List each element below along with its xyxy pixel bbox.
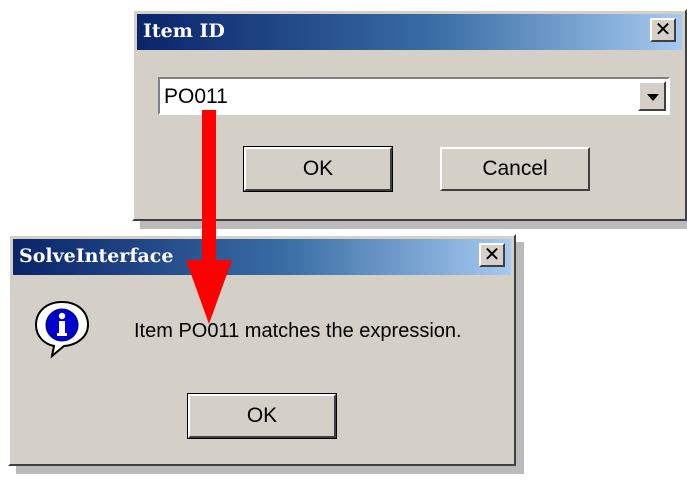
chevron-down-icon[interactable] [638, 81, 666, 111]
item-id-ok-button[interactable]: OK [243, 146, 393, 192]
solveinterface-titlebar[interactable]: SolveInterface ✕ [13, 239, 511, 275]
solveinterface-close-button[interactable]: ✕ [479, 243, 505, 267]
solveinterface-title: SolveInterface [19, 245, 174, 267]
info-icon [34, 300, 90, 359]
item-id-combo-value: PO011 [164, 85, 228, 108]
item-id-titlebar[interactable]: Item ID ✕ [137, 14, 682, 50]
item-id-cancel-button[interactable]: Cancel [440, 147, 590, 191]
item-id-title: Item ID [143, 20, 225, 42]
arrow-down-icon [186, 110, 232, 324]
item-id-close-button[interactable]: ✕ [650, 18, 676, 42]
solveinterface-ok-button[interactable]: OK [187, 393, 337, 439]
solveinterface-dialog: SolveInterface ✕ Item PO011 matches the … [8, 234, 516, 466]
